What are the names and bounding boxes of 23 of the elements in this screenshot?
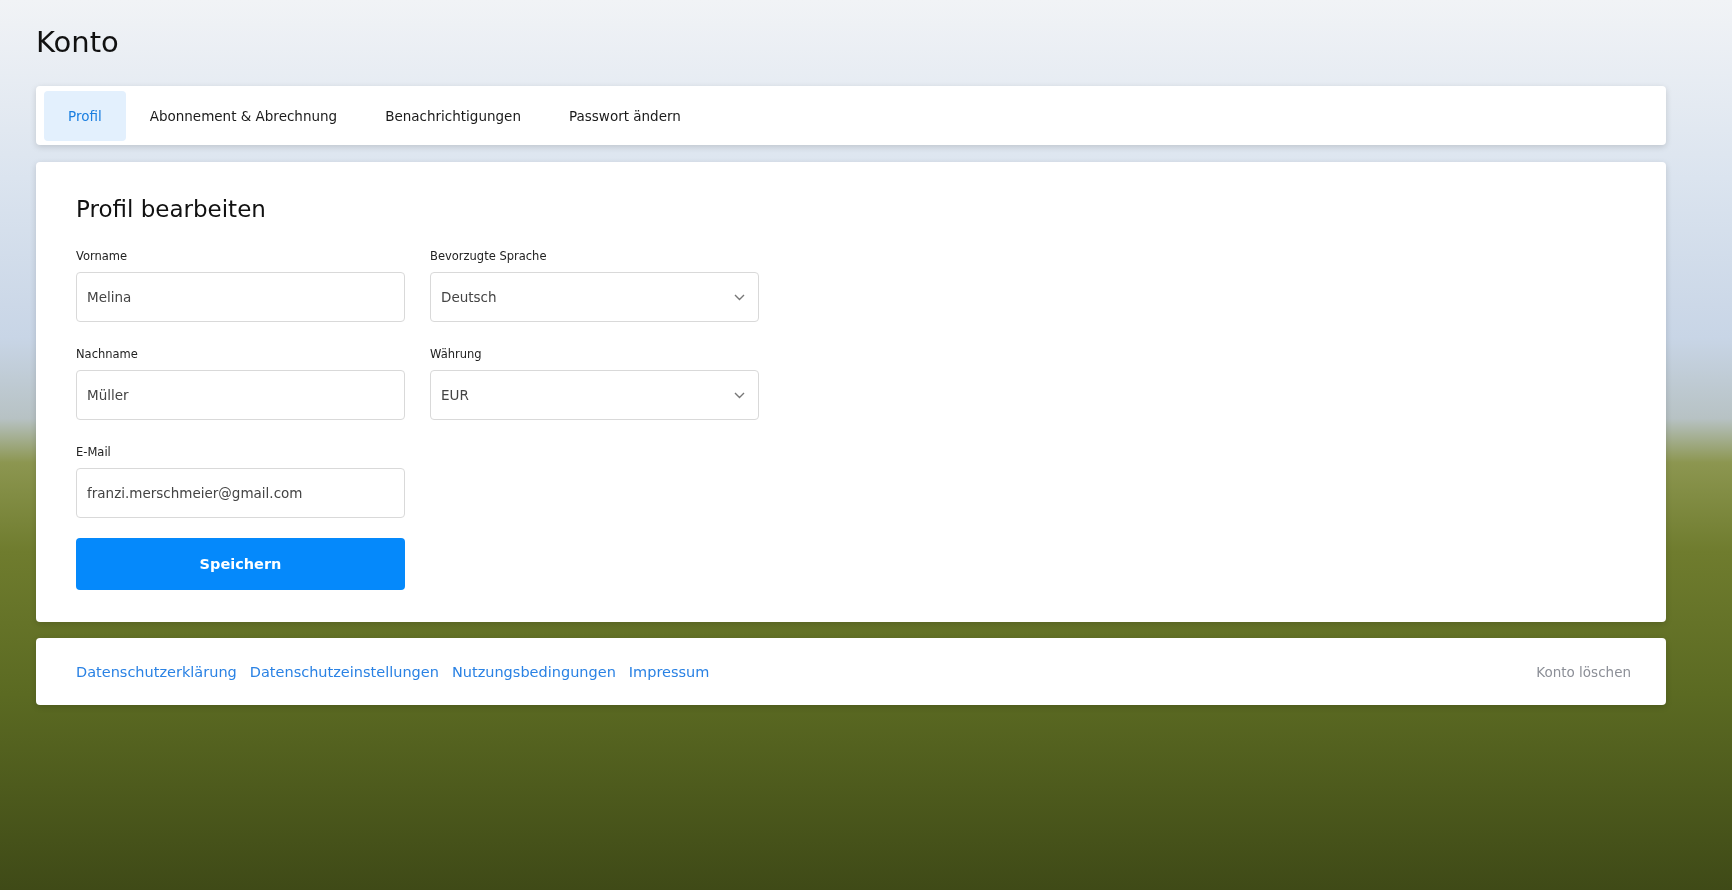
tab[interactable]: Abonnement & Abrechnung — [125, 91, 362, 141]
field-label: Währung — [430, 346, 482, 362]
field-label: Bevorzugte Sprache — [430, 248, 547, 264]
tab[interactable]: Profil — [44, 91, 126, 141]
footer-link[interactable]: Impressum — [628, 663, 710, 680]
chevron-down-icon — [734, 293, 745, 301]
text-field[interactable]: Melina — [76, 272, 405, 322]
form-title: Profil bearbeiten — [76, 195, 267, 224]
save-button[interactable]: Speichern — [76, 538, 405, 590]
select-field[interactable]: Deutsch — [430, 272, 759, 322]
field-label: Nachname — [76, 346, 138, 362]
field-label: Vorname — [76, 248, 128, 264]
footer-link[interactable]: Nutzungsbedingungen — [451, 663, 616, 680]
text-field[interactable]: Müller — [76, 370, 405, 420]
tab[interactable]: Passwort ändern — [544, 91, 705, 141]
field-label: E-Mail — [76, 444, 111, 460]
select-field[interactable]: EUR — [430, 370, 759, 420]
chevron-down-icon — [734, 391, 745, 399]
text-field[interactable]: franzi.merschmeier@gmail.com — [76, 468, 405, 518]
tab[interactable]: Benachrichtigungen — [361, 91, 545, 141]
footer-link[interactable]: Datenschutzerklärung — [76, 663, 237, 680]
footer-link[interactable]: Datenschutzeinstellungen — [249, 663, 439, 680]
page-title: Konto — [36, 24, 119, 61]
